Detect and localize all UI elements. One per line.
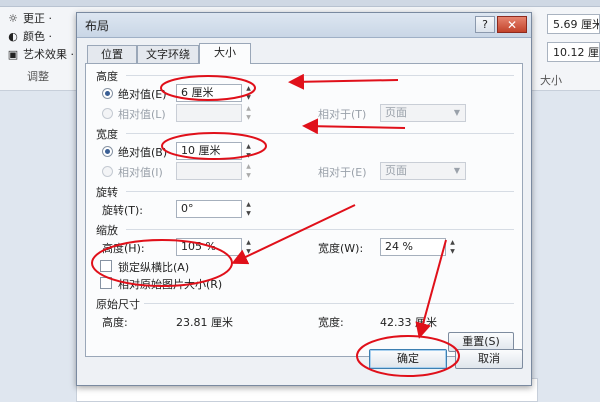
- width-absolute-label: 绝对值(B): [118, 146, 168, 159]
- spin-down-icon[interactable]: ▼: [446, 247, 459, 256]
- spin-up-icon[interactable]: ▲: [242, 104, 255, 113]
- height-relative-label: 相对值(L): [118, 108, 166, 121]
- width-section-label: 宽度: [96, 128, 118, 141]
- spin-up-icon[interactable]: ▲: [446, 238, 459, 247]
- chevron-down-icon: ▼: [453, 108, 461, 117]
- relative-original-label: 相对原始图片大小(R): [118, 278, 223, 291]
- spin-down-icon[interactable]: ▼: [242, 113, 255, 122]
- height-relative-to-label: 相对于(T): [318, 108, 367, 121]
- divider: [126, 75, 514, 76]
- close-button[interactable]: ✕: [497, 16, 527, 33]
- tab-text-wrapping[interactable]: 文字环绕: [137, 45, 199, 63]
- art-effect-icon: ▣: [7, 48, 19, 61]
- spin-down-icon[interactable]: ▼: [242, 247, 255, 256]
- relative-original-checkbox[interactable]: [100, 277, 112, 289]
- scale-width-stepper[interactable]: ▲ ▼: [446, 238, 459, 256]
- spin-up-icon[interactable]: ▲: [242, 238, 255, 247]
- divider: [126, 229, 514, 230]
- height-relative-input[interactable]: [176, 104, 242, 122]
- height-section-label: 高度: [96, 70, 118, 83]
- dialog-titlebar: 布局 ? ✕: [77, 13, 531, 38]
- palette-icon: ◐: [8, 30, 18, 43]
- original-height-value: 23.81 厘米: [176, 316, 233, 329]
- width-relative-stepper[interactable]: ▲ ▼: [242, 162, 255, 180]
- divider: [144, 303, 514, 304]
- height-relative-to-select[interactable]: 页面 ▼: [380, 104, 466, 122]
- height-absolute-input[interactable]: 6 厘米: [176, 84, 242, 102]
- width-relative-input[interactable]: [176, 162, 242, 180]
- scale-width-label: 宽度(W):: [318, 242, 364, 255]
- ribbon-height-field[interactable]: 5.69 厘米: [547, 14, 600, 34]
- height-absolute-label: 绝对值(E): [118, 88, 167, 101]
- size-panel: 高度 绝对值(E) 6 厘米 ▲ ▼ 相对值(L) ▲ ▼ 相对于(T) 页面 ▼ 宽…: [85, 63, 523, 357]
- help-button[interactable]: ?: [475, 16, 495, 33]
- original-size-section-label: 原始尺寸: [96, 298, 140, 311]
- width-relative-radio[interactable]: [102, 166, 113, 177]
- spin-down-icon[interactable]: ▼: [242, 209, 255, 218]
- ok-button[interactable]: 确定: [369, 349, 447, 369]
- spin-up-icon[interactable]: ▲: [242, 84, 255, 93]
- corrections-label: 更正 ·: [23, 12, 52, 25]
- tab-position[interactable]: 位置: [87, 45, 137, 63]
- artistic-effects-button[interactable]: ▣ 艺术效果 ·: [0, 46, 76, 64]
- height-absolute-radio[interactable]: [102, 88, 113, 99]
- dialog-title: 布局: [85, 19, 110, 33]
- height-absolute-stepper[interactable]: ▲ ▼: [242, 84, 255, 102]
- divider: [126, 191, 514, 192]
- width-absolute-input[interactable]: 10 厘米: [176, 142, 242, 160]
- width-absolute-stepper[interactable]: ▲ ▼: [242, 142, 255, 160]
- scale-height-label: 高度(H):: [102, 242, 145, 255]
- spin-up-icon[interactable]: ▲: [242, 200, 255, 209]
- size-group-label: 大小: [540, 74, 562, 87]
- scale-height-input[interactable]: 105 %: [176, 238, 242, 256]
- chevron-down-icon: ▼: [453, 166, 461, 175]
- width-relative-to-label: 相对于(E): [318, 166, 367, 179]
- corrections-button[interactable]: ☼ 更正 ·: [0, 10, 76, 28]
- layout-dialog: 布局 ? ✕ 位置 文字环绕 大小 高度 绝对值(E) 6 厘米 ▲ ▼ 相对值(…: [76, 12, 532, 386]
- original-height-label: 高度:: [102, 316, 128, 329]
- height-relative-stepper[interactable]: ▲ ▼: [242, 104, 255, 122]
- adjust-group-label: 调整: [27, 70, 49, 83]
- tab-size[interactable]: 大小: [199, 43, 251, 64]
- width-relative-to-select[interactable]: 页面 ▼: [380, 162, 466, 180]
- height-relative-radio[interactable]: [102, 108, 113, 119]
- spin-up-icon[interactable]: ▲: [242, 162, 255, 171]
- spin-down-icon[interactable]: ▼: [242, 171, 255, 180]
- spin-down-icon[interactable]: ▼: [242, 151, 255, 160]
- width-absolute-radio[interactable]: [102, 146, 113, 157]
- rotation-section-label: 旋转: [96, 186, 118, 199]
- width-relative-to-value: 页面: [385, 164, 407, 177]
- height-relative-to-value: 页面: [385, 106, 407, 119]
- sun-icon: ☼: [8, 12, 18, 25]
- color-label: 颜色 ·: [23, 30, 52, 43]
- ribbon-tab-strip: [0, 0, 600, 7]
- ribbon-width-field[interactable]: 10.12 厘米: [547, 42, 600, 62]
- rotation-stepper[interactable]: ▲ ▼: [242, 200, 255, 218]
- lock-aspect-checkbox[interactable]: [100, 260, 112, 272]
- color-button[interactable]: ◐ 颜色 ·: [0, 28, 76, 46]
- divider: [126, 133, 514, 134]
- width-relative-label: 相对值(I): [118, 166, 163, 179]
- original-width-label: 宽度:: [318, 316, 344, 329]
- rotation-label: 旋转(T):: [102, 204, 144, 217]
- scale-height-stepper[interactable]: ▲ ▼: [242, 238, 255, 256]
- lock-aspect-label: 锁定纵横比(A): [118, 261, 190, 274]
- spin-up-icon[interactable]: ▲: [242, 142, 255, 151]
- scale-section-label: 缩放: [96, 224, 118, 237]
- spin-down-icon[interactable]: ▼: [242, 93, 255, 102]
- rotation-input[interactable]: 0°: [176, 200, 242, 218]
- adjust-group: ☼ 更正 · ◐ 颜色 · ▣ 艺术效果 ·: [0, 10, 76, 64]
- artistic-effects-label: 艺术效果 ·: [23, 48, 74, 61]
- scale-width-input[interactable]: 24 %: [380, 238, 446, 256]
- original-width-value: 42.33 厘米: [380, 316, 437, 329]
- cancel-button[interactable]: 取消: [455, 349, 523, 369]
